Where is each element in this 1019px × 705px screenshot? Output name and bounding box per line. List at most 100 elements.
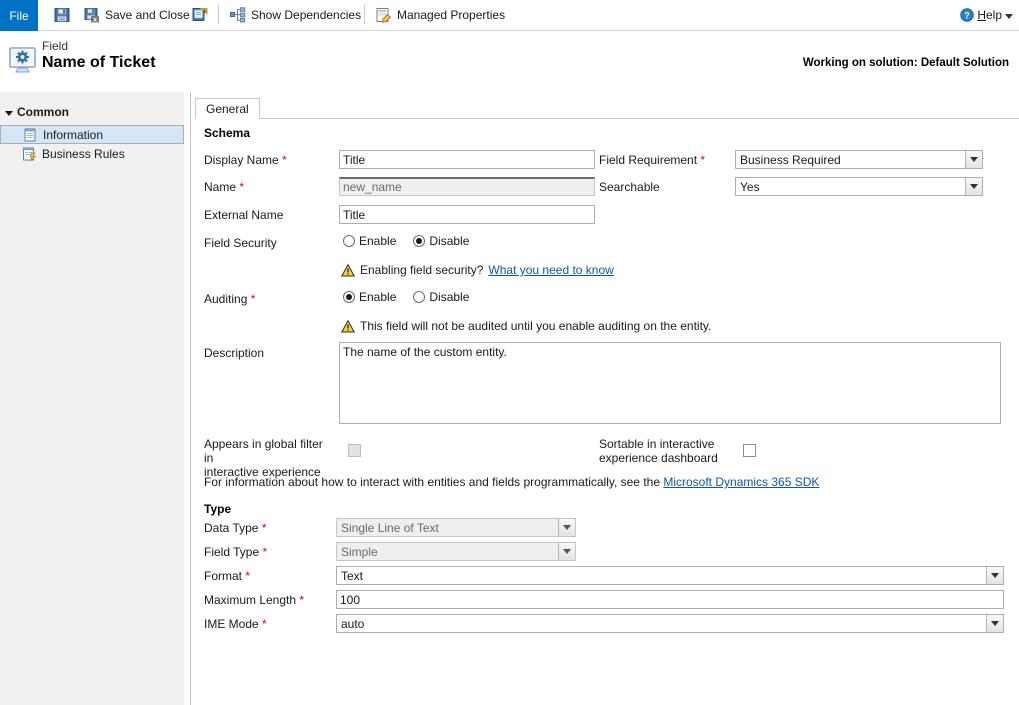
sidebar-item-business-rules[interactable]: Business Rules	[0, 144, 184, 163]
data-type-label-text: Data Type	[204, 521, 259, 535]
auditing-disable-radio[interactable]: Disable	[413, 290, 469, 304]
save-and-new-icon	[192, 7, 208, 23]
solution-status: Working on solution: Default Solution	[802, 57, 1009, 69]
file-menu-label: File	[9, 8, 29, 23]
field-type-label: Field Type *	[204, 545, 267, 559]
sidebar-item-information[interactable]: Information	[0, 125, 184, 144]
searchable-select[interactable]: Yes	[735, 177, 983, 196]
field-security-disable-radio[interactable]: Disable	[413, 234, 469, 248]
field-security-learn-more-link[interactable]: What you need to know	[488, 263, 613, 277]
ime-mode-select[interactable]: auto	[336, 614, 1004, 633]
chevron-down-icon	[558, 543, 575, 560]
name-input	[339, 177, 595, 196]
sidebar-group-common[interactable]: Common	[5, 105, 69, 119]
field-security-warning-text: Enabling field security?	[360, 263, 484, 277]
managed-properties-label: Managed Properties	[397, 8, 506, 22]
ribbon-toolbar: File x Save and Close Show Dependencies …	[0, 0, 1019, 31]
sortable-checkbox[interactable]	[743, 444, 756, 457]
help-button[interactable]: ? Help	[960, 0, 1013, 30]
dependencies-icon	[230, 7, 246, 23]
field-type-value: Simple	[341, 544, 378, 559]
radio-off-icon	[343, 235, 355, 247]
chevron-expanded-icon	[5, 110, 13, 116]
tab-underline	[257, 118, 1019, 119]
auditing-enable-radio[interactable]: Enable	[343, 290, 396, 304]
field-security-label: Field Security	[204, 236, 277, 250]
sdk-note-text: For information about how to interact wi…	[204, 475, 660, 489]
warning-icon	[340, 319, 356, 333]
description-textarea[interactable]: The name of the custom entity.	[339, 342, 1001, 424]
svg-text:x: x	[93, 17, 97, 23]
field-gear-icon	[8, 45, 38, 75]
required-asterisk: *	[278, 153, 287, 167]
format-label: Format *	[204, 569, 250, 583]
field-type-select: Simple	[336, 542, 576, 561]
field-security-radio-group: Enable Disable	[343, 234, 469, 248]
toolbar-separator-2	[364, 5, 365, 24]
display-name-label: Display Name *	[204, 153, 287, 167]
required-asterisk: *	[242, 569, 251, 583]
required-asterisk: *	[296, 593, 305, 607]
auditing-warning-text: This field will not be audited until you…	[360, 319, 712, 333]
save-and-new-button[interactable]	[190, 0, 210, 30]
show-dependencies-label: Show Dependencies	[251, 8, 362, 22]
auditing-disable-label: Disable	[429, 290, 470, 304]
format-select[interactable]: Text	[336, 566, 1004, 585]
ime-mode-value: auto	[341, 616, 365, 631]
field-security-enable-radio[interactable]: Enable	[343, 234, 396, 248]
auditing-label: Auditing *	[204, 292, 255, 306]
svg-text:?: ?	[965, 10, 971, 20]
display-name-input[interactable]	[339, 150, 595, 169]
show-dependencies-button[interactable]: Show Dependencies	[228, 0, 363, 30]
auditing-enable-label: Enable	[359, 290, 397, 304]
format-label-text: Format	[204, 569, 243, 583]
sdk-link[interactable]: Microsoft Dynamics 365 SDK	[663, 475, 819, 489]
save-and-close-icon: x	[84, 7, 100, 24]
save-and-close-button[interactable]: x Save and Close	[82, 0, 192, 30]
auditing-label-text: Auditing	[204, 292, 248, 306]
sidebar-group-label: Common	[17, 105, 69, 119]
field-type-label-text: Field Type	[204, 545, 260, 559]
global-filter-label: Appears in global filter in interactive …	[204, 437, 334, 479]
maximum-length-label-text: Maximum Length	[204, 593, 297, 607]
data-type-label: Data Type *	[204, 521, 267, 535]
external-name-input[interactable]	[339, 205, 595, 224]
sdk-note: For information about how to interact wi…	[204, 475, 819, 489]
field-security-warning: Enabling field security? What you need t…	[340, 263, 614, 277]
managed-properties-icon	[376, 7, 392, 24]
ime-mode-label-text: IME Mode	[204, 617, 259, 631]
data-type-value: Single Line of Text	[341, 520, 439, 535]
format-value: Text	[341, 568, 364, 583]
data-type-select: Single Line of Text	[336, 518, 576, 537]
page-header: Field Name of Ticket Working on solution…	[0, 31, 1019, 92]
managed-properties-button[interactable]: Managed Properties	[374, 0, 507, 30]
maximum-length-input[interactable]	[336, 590, 1004, 609]
tab-general[interactable]: General	[195, 98, 260, 119]
global-filter-checkbox	[348, 444, 361, 457]
tab-strip: General	[191, 98, 1019, 119]
field-requirement-select[interactable]: Business Required	[735, 150, 983, 169]
tab-general-label: General	[206, 102, 249, 116]
sortable-label: Sortable in interactive experience dashb…	[599, 437, 749, 465]
radio-on-icon	[413, 235, 426, 247]
help-label: Help	[977, 8, 1002, 22]
business-rules-icon	[22, 147, 37, 161]
display-name-label-text: Display Name	[204, 153, 279, 167]
chevron-down-icon	[558, 519, 575, 536]
chevron-down-icon	[986, 567, 1003, 584]
help-label-rest: elp	[985, 8, 1002, 22]
schema-section-title: Schema	[204, 126, 251, 140]
field-requirement-label: Field Requirement *	[599, 153, 705, 167]
field-security-disable-label: Disable	[429, 234, 470, 248]
sidebar-item-label: Information	[43, 127, 104, 142]
required-asterisk: *	[247, 292, 256, 306]
required-asterisk: *	[259, 545, 268, 559]
searchable-label: Searchable	[599, 180, 660, 194]
chevron-down-icon	[1005, 14, 1013, 19]
save-button[interactable]	[52, 0, 72, 30]
radio-on-icon	[343, 291, 355, 303]
field-requirement-value: Business Required	[740, 152, 841, 167]
file-menu-tab[interactable]: File	[0, 0, 38, 31]
auditing-warning: This field will not be audited until you…	[340, 319, 712, 333]
help-icon: ?	[960, 8, 975, 22]
